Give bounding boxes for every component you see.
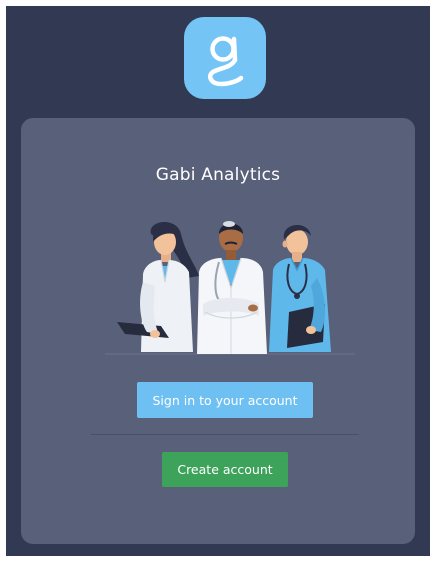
app-logo [184, 17, 266, 99]
login-screen: Gabi Analytics Sign in to your account C… [6, 6, 430, 556]
gabi-g-logo-icon [208, 36, 244, 87]
create-account-button[interactable]: Create account [162, 452, 288, 487]
app-title: Gabi Analytics [155, 165, 281, 185]
sign-in-button[interactable]: Sign in to your account [137, 382, 313, 418]
divider [91, 434, 359, 435]
welcome-card: Gabi Analytics Sign in to your account C… [21, 118, 415, 544]
healthcare-team-illustration [105, 221, 355, 355]
